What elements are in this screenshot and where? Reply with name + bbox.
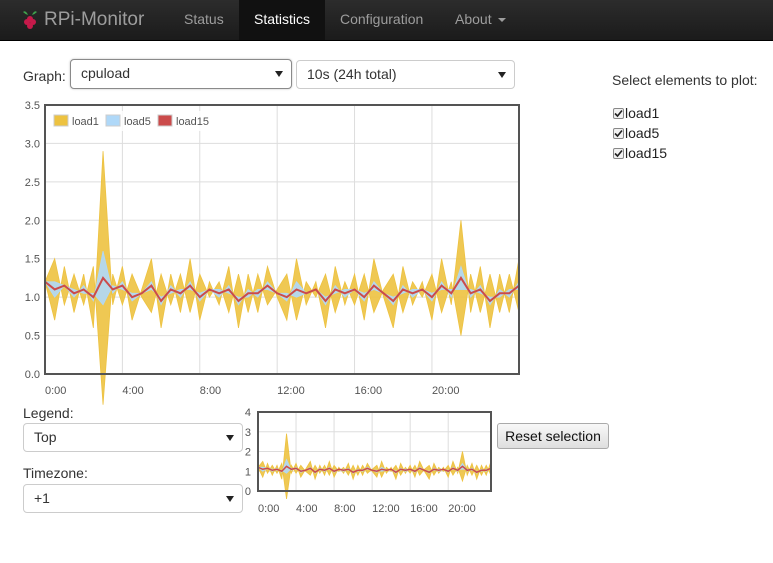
overview-y-tick-label: 1 xyxy=(245,466,251,478)
reset-selection-label: Reset selection xyxy=(505,428,601,444)
main-y-tick-label: 2.0 xyxy=(25,215,40,227)
overview-plot-area xyxy=(258,412,491,491)
overview-x-tick-label: 12:00 xyxy=(372,503,400,515)
chart-legend: load1 load5 load15 xyxy=(50,111,220,131)
checkbox-row-load15[interactable]: load15 xyxy=(613,143,667,163)
overview-y-tick-label: 3 xyxy=(245,427,251,439)
checkbox-load5-label: load5 xyxy=(625,125,660,141)
timezone-select-value: +1 xyxy=(34,490,50,506)
overview-x-tick-label: 16:00 xyxy=(410,503,438,515)
main-y-tick-label: 2.5 xyxy=(25,177,40,189)
check-icon xyxy=(614,129,623,137)
overview-x-tick-label: 0:00 xyxy=(258,503,279,515)
legend-swatch-load15 xyxy=(157,114,173,127)
legend-label-load5: load5 xyxy=(124,116,151,128)
main-x-tick-label: 8:00 xyxy=(200,385,221,397)
legend-select-value: Top xyxy=(34,429,57,445)
main-x-tick-label: 16:00 xyxy=(355,385,383,397)
reset-selection-button[interactable]: Reset selection xyxy=(497,423,609,449)
timezone-select[interactable]: +1 xyxy=(23,484,243,513)
main-y-tick-label: 1.5 xyxy=(25,254,40,266)
checkbox-load1-label: load1 xyxy=(625,105,660,121)
overview-x-tick-label: 20:00 xyxy=(448,503,476,515)
main-y-tick-label: 1.0 xyxy=(25,292,40,304)
check-icon xyxy=(614,149,623,157)
main-y-tick-label: 3.0 xyxy=(25,138,40,150)
legend-swatch-load1 xyxy=(53,114,69,127)
chevron-down-icon xyxy=(226,496,234,502)
checkbox-row-load5[interactable]: load5 xyxy=(613,123,659,143)
overview-x-tick-label: 8:00 xyxy=(334,503,355,515)
checkbox-load1[interactable] xyxy=(613,107,624,119)
legend-select[interactable]: Top xyxy=(23,423,243,452)
main-x-tick-label: 12:00 xyxy=(277,385,305,397)
main-chart[interactable]: 0:00 4:00 8:00 12:00 16:00 20:00 0.0 0.5 1.0 1.5 2… xyxy=(0,0,773,410)
overview-x-tick-label: 4:00 xyxy=(296,503,317,515)
main-y-tick-label: 0.5 xyxy=(25,331,40,343)
legend-label-load1: load1 xyxy=(72,116,99,128)
main-y-tick-label: 3.5 xyxy=(25,100,40,112)
checkbox-row-load1[interactable]: load1 xyxy=(613,103,659,123)
overview-frame xyxy=(257,411,492,492)
overview-y-tick-label: 2 xyxy=(245,447,251,459)
main-x-tick-label: 0:00 xyxy=(45,385,66,397)
main-x-tick-label: 20:00 xyxy=(432,385,460,397)
legend-swatch-load5 xyxy=(105,114,121,127)
checkbox-load5[interactable] xyxy=(613,127,624,139)
main-plot-area xyxy=(45,105,519,374)
overview-series-load15 xyxy=(257,465,492,474)
chevron-down-icon xyxy=(226,435,234,441)
timezone-label: Timezone: xyxy=(23,465,88,481)
plot-elements-title: Select elements to plot: xyxy=(612,72,758,88)
overview-series-load1 xyxy=(257,433,492,499)
legend-label: Legend: xyxy=(23,405,74,421)
legend-label-load15: load15 xyxy=(176,116,209,128)
check-icon xyxy=(614,109,623,117)
checkbox-load15[interactable] xyxy=(613,147,624,159)
checkbox-load15-label: load15 xyxy=(625,145,668,161)
main-x-tick-label: 4:00 xyxy=(122,385,143,397)
overview-series-load5 xyxy=(256,458,492,474)
main-y-tick-label: 0.0 xyxy=(25,369,40,381)
overview-y-tick-label: 0 xyxy=(245,486,251,498)
